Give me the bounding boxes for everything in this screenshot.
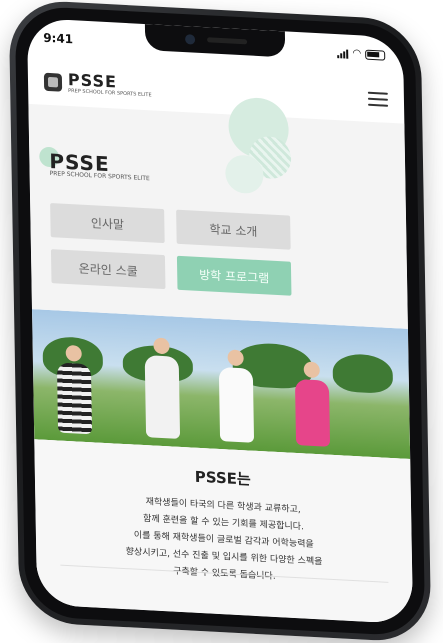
intro-line: 함께 훈련을 할 수 있는 기회를 제공합니다.: [143, 513, 304, 533]
phone-mockup: 9:41 ◠ PSSE PREP SCHOOL FOR SPORTS ELITE: [8, 0, 432, 643]
child-figure: [294, 378, 331, 447]
crest-icon: [43, 72, 63, 92]
child-figure: [218, 366, 255, 443]
school-intro-button[interactable]: 학교 소개: [176, 209, 291, 250]
child-head: [227, 349, 244, 367]
phone-screen: 9:41 ◠ PSSE PREP SCHOOL FOR SPORTS ELITE: [26, 17, 414, 625]
intro-line: 향상시키고, 선수 진출 및 입시를 위한 다양한 스펙을: [125, 547, 323, 568]
hero-logo: PSSE PREP SCHOOL FOR SPORTS ELITE: [49, 149, 150, 182]
child-figure: [56, 362, 93, 435]
child-head: [65, 344, 82, 362]
stage: 9:41 ◠ PSSE PREP SCHOOL FOR SPORTS ELITE: [0, 0, 443, 643]
speaker-icon: [207, 37, 248, 45]
greeting-button[interactable]: 인사말: [50, 203, 165, 244]
wifi-icon: ◠: [352, 47, 362, 60]
intro-title: PSSE는: [194, 467, 251, 489]
intro-line: 재학생들이 타국의 다른 학생과 교류하고,: [145, 497, 301, 516]
header-logo[interactable]: PSSE PREP SCHOOL FOR SPORTS ELITE: [43, 70, 152, 98]
status-icons: ◠: [337, 47, 386, 61]
hamburger-menu-icon[interactable]: [367, 91, 389, 107]
signal-icon: [337, 48, 349, 59]
brand-text: PSSE PREP SCHOOL FOR SPORTS ELITE: [68, 70, 152, 98]
online-school-button[interactable]: 온라인 스쿨: [50, 249, 166, 290]
intro-line: 이를 통해 재학생들이 글로벌 감각과 어학능력을: [133, 530, 314, 550]
intro-section: PSSE는 재학생들이 타국의 다른 학생과 교류하고, 함께 훈련을 할 수 …: [34, 439, 414, 625]
golf-kids-photo: [31, 309, 411, 459]
battery-icon: [365, 49, 386, 61]
child-head: [303, 361, 320, 379]
child-head: [153, 337, 170, 355]
status-time: 9:41: [43, 30, 74, 47]
vacation-program-button[interactable]: 방학 프로그램: [176, 255, 292, 296]
camera-icon: [185, 34, 196, 45]
menu-button-grid: 인사말 학교 소개 온라인 스쿨 방학 프로그램: [50, 203, 292, 296]
intro-text: 재학생들이 타국의 다른 학생과 교류하고, 함께 훈련을 할 수 있는 기회를…: [98, 492, 349, 590]
child-figure: [144, 355, 181, 439]
hero-section: PSSE PREP SCHOOL FOR SPORTS ELITE 인사말 학교…: [28, 96, 408, 329]
